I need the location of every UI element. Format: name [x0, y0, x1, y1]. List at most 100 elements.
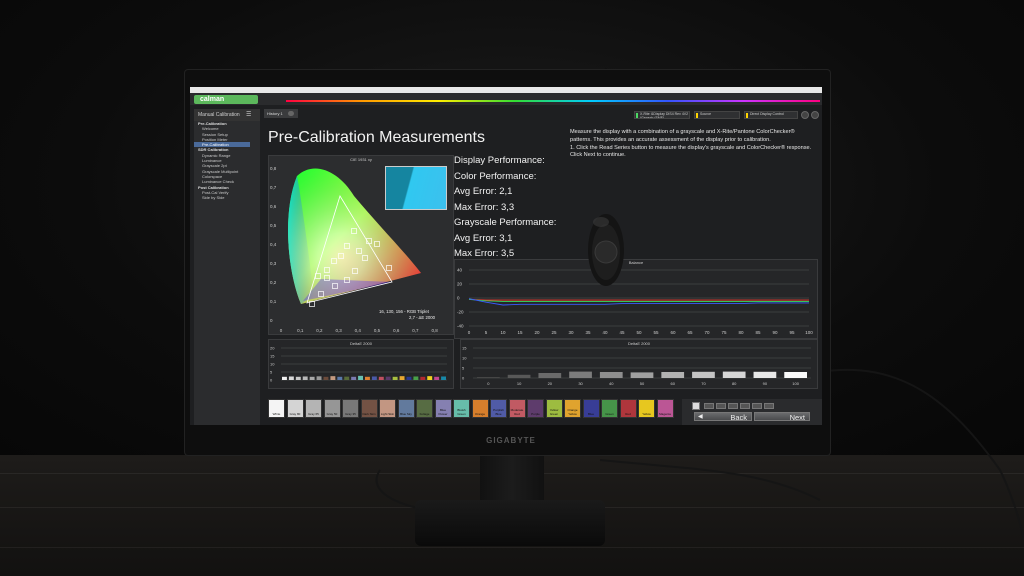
patch-swatch[interactable]: Orange: [471, 399, 489, 418]
help-round-button[interactable]: [811, 111, 819, 119]
target-swatch-preview: [385, 166, 447, 210]
balance-x-tick: 45: [619, 330, 625, 335]
deltae-right-x-tick: 0: [487, 381, 490, 386]
deltae-right-bar: [692, 371, 715, 378]
balance-y-tick: -20: [457, 310, 464, 315]
deltae-right-x-tick: 80: [732, 381, 737, 386]
patch-swatch[interactable]: Foliage: [416, 399, 433, 418]
nav-control-1[interactable]: [704, 403, 714, 409]
next-button[interactable]: Next: [754, 412, 810, 422]
patch-swatch[interactable]: Dark Skin: [360, 399, 378, 418]
deltae-left-bar: [351, 376, 357, 380]
patch-swatch[interactable]: Yellow: [638, 399, 655, 418]
patch-swatch[interactable]: Green: [601, 399, 618, 418]
cie-y-tick: 0,6: [270, 204, 277, 209]
calman-logo[interactable]: calman: [194, 95, 258, 104]
patch-swatch-label: Purplish Blue: [493, 408, 504, 416]
deltae-left-bar: [358, 375, 363, 380]
meter-select[interactable]: X-Rite i1Display DIS4 Rev 4V2 (Generic (…: [634, 111, 690, 119]
instructions-body: Measure the display with a combination o…: [570, 129, 812, 159]
patch-swatch[interactable]: Moderate Red: [508, 399, 526, 418]
patch-swatch[interactable]: Blue: [582, 399, 600, 418]
cie-x-tick: 0,1: [297, 328, 304, 333]
patch-swatch[interactable]: Gray 65: [305, 399, 322, 418]
settings-round-button[interactable]: [801, 111, 809, 119]
balance-y-tick: 40: [457, 268, 463, 273]
balance-x-tick: 100: [805, 330, 813, 335]
patch-swatch-label: Light Skin: [380, 412, 395, 416]
deltae-right-x-tick: 50: [640, 381, 645, 386]
balance-x-tick: 70: [704, 330, 710, 335]
patch-swatch[interactable]: Bluish Green: [453, 399, 470, 418]
colorimeter-device: [588, 214, 624, 286]
balance-x-tick: 20: [534, 330, 540, 335]
cie-x-tick: 0,2: [316, 328, 323, 333]
cie-x-tick: 0,6: [393, 328, 400, 333]
patch-swatch[interactable]: Blue Flower: [434, 399, 452, 418]
patch-swatch[interactable]: Orange Yellow: [564, 399, 581, 418]
balance-x-tick: 75: [721, 330, 727, 335]
cie-y-tick: 0: [270, 318, 273, 323]
balance-chart: 40 20 0 -20 -40 0 5 10 15 20 25 30 35 40 45 50 55 60 65 70 7…: [457, 268, 813, 336]
balance-x-tick: 55: [653, 330, 659, 335]
patch-swatch[interactable]: Red: [619, 399, 637, 418]
source-select[interactable]: Source: [694, 111, 740, 119]
monitor-stand-base: [415, 500, 605, 546]
cie-y-tick: 0,8: [270, 166, 277, 171]
patch-swatch[interactable]: Gray 80: [286, 399, 304, 418]
patch-swatch-label: Magenta: [659, 412, 671, 416]
patch-swatch-row: White Gray 80 Gray 65 Gray 50 Gray 35 Dark Sk…: [268, 399, 678, 419]
balance-x-tick: 30: [568, 330, 574, 335]
cie-x-tick: 0,3: [335, 328, 342, 333]
back-button[interactable]: ◀ Back: [694, 412, 752, 422]
deltae-right-bar: [722, 371, 746, 378]
sidebar-list: Pre-Calibration Welcome Session Setup Posit…: [194, 121, 260, 200]
balance-x-tick: 40: [602, 330, 608, 335]
balance-y-tick: 20: [457, 282, 463, 287]
sidebar-menu-icon[interactable]: ☰: [246, 111, 251, 118]
patch-swatch[interactable]: Purplish Blue: [490, 399, 507, 418]
patch-swatch-label: Yellow Green: [549, 408, 559, 416]
patch-swatch[interactable]: Gray 35: [342, 399, 359, 418]
patch-swatch[interactable]: Magenta: [656, 399, 674, 418]
deltae-left-bar: [392, 376, 398, 380]
color-max-error: Max Error: 3,3: [454, 201, 515, 213]
deltae-right-x-tick: 70: [701, 381, 706, 386]
deltae-right-x-tick: 40: [609, 381, 614, 386]
deltae-left-bar: [295, 376, 301, 380]
nav-control-4[interactable]: [740, 403, 750, 409]
patch-swatch-label: Blue Flower: [438, 408, 448, 416]
balance-x-tick: 90: [772, 330, 778, 335]
balance-y-tick: 0: [457, 296, 460, 301]
cie-x-tick: 0: [280, 328, 283, 333]
performance-summary: Display Performance: Color Performance: …: [454, 153, 556, 262]
patch-swatch[interactable]: Purple: [527, 399, 544, 418]
patch-swatch-label: Foliage: [419, 412, 430, 416]
patch-swatch-label: Green: [605, 412, 614, 416]
patch-swatch[interactable]: Yellow Green: [545, 399, 563, 418]
patch-swatch[interactable]: Blue Sky: [397, 399, 415, 418]
nav-control-5[interactable]: [752, 403, 762, 409]
deltae-left-bar: [413, 376, 419, 380]
balance-x-tick: 65: [687, 330, 693, 335]
deltae-left-bar: [309, 376, 315, 380]
next-label: Next: [789, 413, 805, 422]
nav-control-2[interactable]: [716, 403, 726, 409]
deltae-left-bar: [288, 376, 294, 380]
tab-close-icon[interactable]: [288, 111, 294, 116]
monitor-brand-logo: GIGABYTE: [486, 436, 536, 445]
cie-y-tick: 0,7: [270, 185, 277, 190]
sidebar-item-14[interactable]: Side by Side: [194, 195, 260, 200]
patch-swatch[interactable]: White: [268, 399, 285, 418]
nav-control-6[interactable]: [764, 403, 774, 409]
patch-swatch[interactable]: Light Skin: [379, 399, 396, 418]
balance-series-line: [468, 298, 809, 301]
stop-button[interactable]: [692, 402, 700, 410]
patch-swatch-label: Yellow: [642, 412, 651, 416]
nav-control-3[interactable]: [728, 403, 738, 409]
deltae-left-y-tick: 5: [270, 370, 273, 375]
patch-swatch-label: Gray 35: [345, 412, 356, 416]
patch-swatch[interactable]: Gray 50: [323, 399, 341, 418]
patch-swatch-label: Gray 50: [326, 412, 338, 416]
display-select[interactable]: Direct Display Control: [744, 111, 798, 119]
